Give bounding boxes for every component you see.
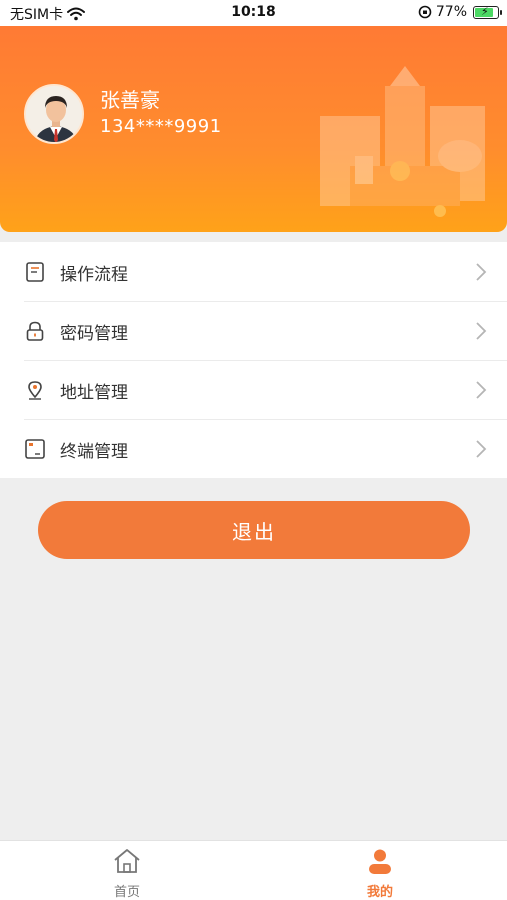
location-pin-icon (28, 381, 42, 400)
tab-label: 首页 (113, 885, 140, 900)
orientation-lock-icon (418, 5, 432, 19)
menu-item-label: 密码管理 (60, 324, 128, 344)
menu-item-address[interactable]: 地址管理 (0, 360, 507, 419)
battery-icon: ⚡ (473, 4, 502, 19)
finance-illustration (320, 66, 485, 217)
charging-bolt-icon: ⚡ (481, 4, 489, 18)
menu-item-label: 终端管理 (60, 442, 128, 462)
user-name: 张善豪 (100, 88, 160, 112)
status-right: 77% ⚡ (418, 4, 502, 20)
settings-menu: 操作流程 密码管理 地址管理 终端管理 (0, 242, 507, 478)
user-phone: 134****9991 (100, 116, 222, 137)
logout-button[interactable]: 退出 (38, 501, 470, 559)
chevron-right-icon (476, 322, 487, 340)
menu-item-terminal[interactable]: 终端管理 (0, 419, 507, 478)
avatar[interactable] (24, 84, 84, 144)
person-icon (369, 849, 391, 874)
user-avatar-icon (26, 86, 82, 142)
tab-label: 我的 (366, 885, 393, 900)
document-icon (26, 262, 44, 282)
menu-item-password[interactable]: 密码管理 (0, 301, 507, 360)
tab-home[interactable]: 首页 (77, 841, 177, 900)
menu-item-operation-flow[interactable]: 操作流程 (0, 242, 507, 301)
profile-header: 张善豪 134****9991 (0, 26, 507, 232)
status-bar: 无SIM卡 10:18 77% ⚡ (0, 0, 507, 26)
tab-mine[interactable]: 我的 (330, 841, 430, 900)
lock-icon (26, 321, 44, 341)
chevron-right-icon (476, 440, 487, 458)
home-icon (114, 849, 140, 873)
menu-item-label: 地址管理 (60, 383, 128, 403)
chevron-right-icon (476, 381, 487, 399)
tab-bar: 首页 我的 (0, 840, 507, 900)
menu-item-label: 操作流程 (60, 265, 128, 285)
chevron-right-icon (476, 263, 487, 281)
terminal-icon (25, 439, 45, 459)
battery-percent: 77% (435, 4, 467, 20)
